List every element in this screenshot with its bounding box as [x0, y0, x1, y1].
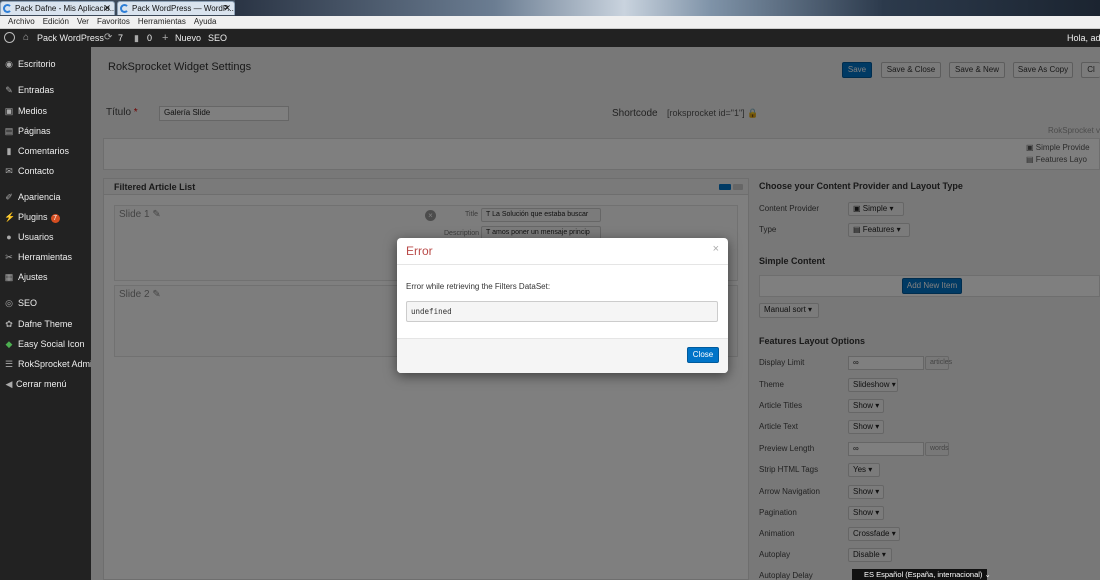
admin-sidebar: ◉ Escritorio ✎ Entradas ▣ Medios ▤ Páginas ▮…	[0, 47, 97, 580]
error-modal: Error × Error while retrieving the Filte…	[397, 238, 728, 373]
modal-title: Error	[406, 244, 433, 258]
sidebar-item-easy-social-icon[interactable]: ◆ Easy Social Icon	[0, 336, 91, 352]
sidebar-item-label: Plugins	[18, 212, 48, 222]
browser-tab-pack-wordpress[interactable]: Pack WordPress — WordP... ✕	[117, 1, 235, 15]
sidebar-item-entradas[interactable]: ✎ Entradas	[0, 82, 91, 98]
language-text: ES Español (España, internacional)	[864, 570, 983, 579]
ie-icon	[3, 4, 12, 13]
plugins-update-badge: 7	[50, 214, 60, 223]
error-message: Error while retrieving the Filters DataS…	[406, 282, 551, 291]
settings-icon: ▦	[4, 272, 14, 282]
media-icon: ▣	[4, 106, 14, 116]
social-icon: ◆	[5, 339, 13, 349]
plus-icon[interactable]: +	[162, 29, 168, 47]
sidebar-item-ajustes[interactable]: ▦ Ajustes	[0, 269, 91, 285]
mail-icon: ✉	[5, 166, 13, 176]
chevron-down-icon: ⌄	[984, 570, 991, 579]
wp-admin-bar: ⌂ Pack WordPress ⟳ 7 ▮ 0 + Nuevo SEO Hol…	[0, 29, 1100, 47]
menu-archivo[interactable]: Archivo	[0, 16, 39, 28]
sidebar-item-plugins[interactable]: ⚡ Plugins 7	[0, 209, 91, 225]
admin-bar-new[interactable]: Nuevo	[175, 29, 201, 47]
browser-tab-label: Pack Dafne - Mis Aplicacio...	[15, 4, 115, 13]
sidebar-item-usuarios[interactable]: ● Usuarios	[0, 229, 91, 245]
admin-bar-site-name[interactable]: Pack WordPress	[37, 29, 104, 47]
pin-icon: ✎	[5, 85, 13, 95]
sidebar-item-dafne-theme[interactable]: ✿ Dafne Theme	[0, 316, 91, 332]
error-code-block: undefined	[406, 301, 718, 322]
sidebar-item-roksprocket-admin[interactable]: ☰ RokSprocket Admin	[0, 356, 97, 372]
browser-tab-pack-dafne[interactable]: Pack Dafne - Mis Aplicacio... ✕	[0, 1, 115, 15]
menu-ayuda[interactable]: Ayuda	[190, 16, 221, 28]
theme-icon: ✿	[5, 319, 13, 329]
plugin-icon: ⚡	[4, 212, 16, 222]
tools-icon: ✂	[5, 252, 13, 262]
close-tab-icon[interactable]: ✕	[223, 2, 231, 15]
wordpress-logo-icon[interactable]	[4, 29, 15, 47]
menu-edicion[interactable]: Edición	[39, 16, 73, 28]
sidebar-item-seo[interactable]: ◎ SEO	[0, 295, 91, 311]
seo-icon: ◎	[5, 298, 13, 308]
tab-bar-background-image	[235, 0, 1100, 16]
sidebar-item-escritorio[interactable]: ◉ Escritorio	[0, 56, 91, 72]
sidebar-item-medios[interactable]: ▣ Medios	[0, 103, 91, 119]
admin-bar-updates-count[interactable]: 7	[118, 29, 123, 47]
collapse-icon: ◀	[5, 379, 13, 389]
brush-icon: ✐	[5, 192, 13, 202]
pages-icon: ▤	[4, 126, 14, 136]
sidebar-item-comentarios[interactable]: ▮ Comentarios	[0, 143, 91, 159]
menu-favoritos[interactable]: Favoritos	[93, 16, 134, 28]
language-indicator[interactable]: ES Español (España, internacional) ⌄	[852, 569, 991, 580]
browser-menu-bar: Archivo Edición Ver Favoritos Herramientas Ay…	[0, 16, 1100, 29]
admin-bar-comments-count[interactable]: 0	[147, 29, 152, 47]
modal-footer: Close	[397, 338, 728, 373]
sidebar-item-contacto[interactable]: ✉ Contacto	[0, 163, 91, 179]
modal-header: Error ×	[397, 238, 728, 265]
sidebar-item-cerrar-menu[interactable]: ◀ Cerrar menú	[0, 376, 91, 392]
sidebar-item-apariencia[interactable]: ✐ Apariencia	[0, 189, 91, 205]
ie-icon	[120, 4, 129, 13]
sidebar-item-herramientas[interactable]: ✂ Herramientas	[0, 249, 91, 265]
comments-icon[interactable]: ▮	[134, 29, 139, 47]
updates-icon[interactable]: ⟳	[104, 29, 112, 47]
users-icon: ●	[6, 232, 12, 242]
dashboard-icon: ◉	[5, 59, 13, 69]
close-button[interactable]: Close	[687, 347, 719, 363]
admin-bar-seo[interactable]: SEO	[208, 29, 227, 47]
menu-herramientas[interactable]: Herramientas	[134, 16, 190, 28]
sprocket-icon: ☰	[4, 359, 14, 369]
comments-icon: ▮	[6, 146, 12, 156]
admin-bar-greeting[interactable]: Hola, adm	[1067, 29, 1100, 47]
sidebar-item-paginas[interactable]: ▤ Páginas	[0, 123, 91, 139]
browser-tab-label: Pack WordPress — WordP...	[132, 4, 234, 13]
menu-ver[interactable]: Ver	[73, 16, 93, 28]
home-icon: ⌂	[23, 32, 30, 43]
close-icon[interactable]: ×	[713, 243, 719, 255]
close-tab-icon[interactable]: ✕	[103, 2, 111, 15]
browser-tab-bar: Pack Dafne - Mis Aplicacio... ✕ Pack Wor…	[0, 0, 1100, 16]
